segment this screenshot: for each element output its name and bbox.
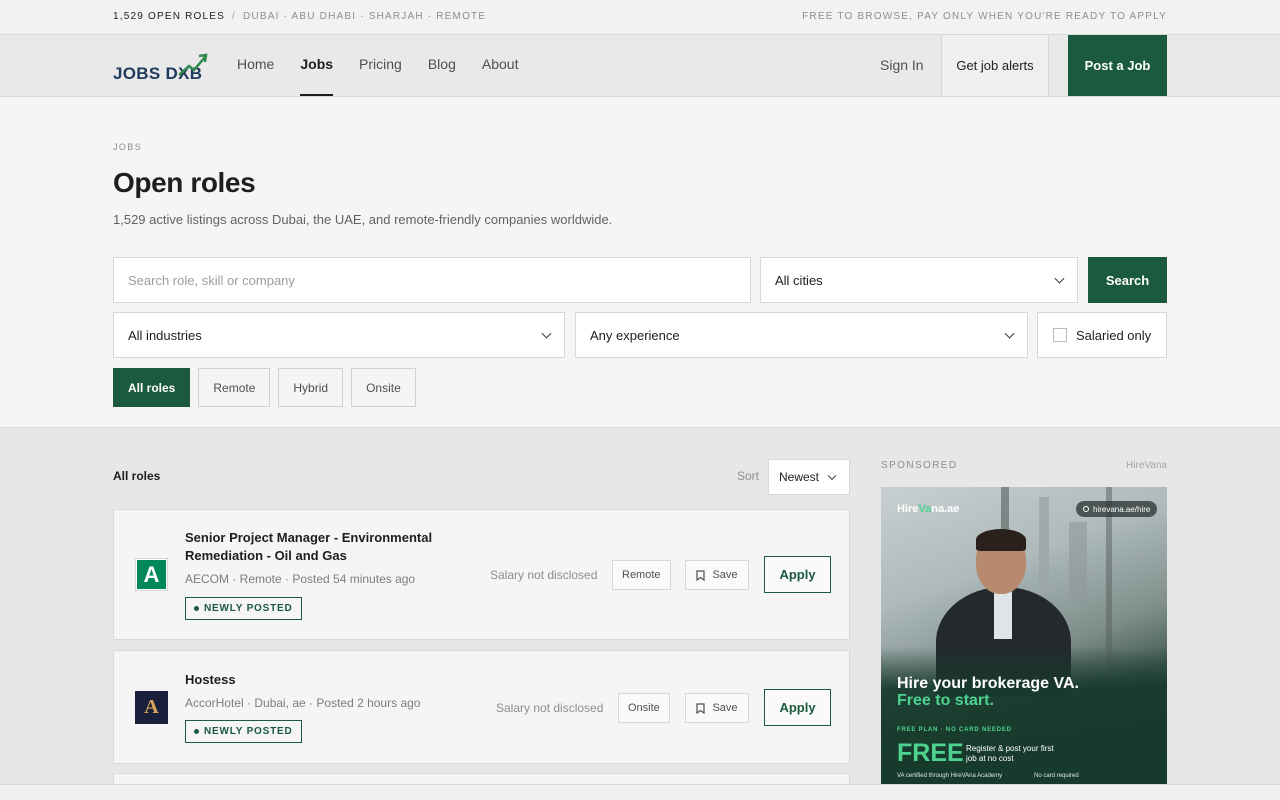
ad-brand-part: na.ae [931, 503, 960, 515]
job-meta: AECOM · Remote · Posted 54 minutes ago [185, 572, 416, 586]
salary-text: Salary not disclosed [490, 568, 598, 582]
chevron-down-icon [827, 471, 837, 481]
job-alerts-button[interactable]: Get job alerts [941, 35, 1049, 96]
industry-select[interactable]: All industries [113, 312, 565, 358]
sort-select[interactable]: Newest [768, 459, 850, 495]
main-nav: JOBS DXB Home Jobs Pricing Blog About Si… [0, 35, 1280, 97]
badge-label: NEWLY POSTED [204, 603, 293, 614]
salary-text: Salary not disclosed [496, 701, 604, 715]
page-eyebrow: JOBS [113, 142, 143, 152]
ad-register-text: Register & post your first job at no cos… [966, 744, 1054, 763]
search-input[interactable]: Search role, skill or company [113, 257, 751, 303]
job-card[interactable]: A Hostess AccorHotel · Dubai, ae · Poste… [113, 650, 850, 764]
globe-icon [1083, 506, 1089, 512]
apply-button[interactable]: Apply [764, 689, 831, 726]
announcement-left: 1,529 OPEN ROLES / DUBAI · ABU DHABI · SHA… [113, 11, 486, 22]
chevron-down-icon [1054, 273, 1065, 284]
announcement-tagline: FREE TO BROWSE, PAY ONLY WHEN YOU'RE REA… [802, 11, 1167, 22]
chip-onsite[interactable]: Onsite [351, 368, 416, 407]
experience-select-value: Any experience [590, 327, 680, 343]
chip-remote[interactable]: Remote [198, 368, 271, 407]
job-card[interactable]: A Senior Project Manager - Environmental… [113, 509, 850, 640]
sort-label: Sort [737, 469, 760, 483]
job-meta: AccorHotel · Dubai, ae · Posted 2 hours … [185, 696, 421, 710]
ad-footnote: No card required [1034, 773, 1079, 779]
logo-arrow-icon [178, 53, 208, 76]
dot-icon [194, 729, 199, 734]
salaried-only-toggle[interactable]: Salaried only [1037, 312, 1167, 358]
newly-posted-badge: NEWLY POSTED [185, 597, 302, 620]
nav-link-home[interactable]: Home [237, 35, 274, 96]
sponsor-name: HireVana [1126, 460, 1167, 471]
ad-headline-accent: Free to start. [897, 692, 994, 709]
work-mode-tag: Remote [612, 560, 671, 590]
skyline-building [1039, 497, 1049, 587]
sort-select-value: Newest [779, 470, 820, 484]
company-logo-mark: A [144, 696, 159, 718]
nav-link-pricing[interactable]: Pricing [359, 35, 402, 96]
work-mode-tag: Onsite [618, 693, 670, 723]
salaried-only-label: Salaried only [1076, 327, 1152, 343]
work-mode-chips: All roles Remote Hybrid Onsite [113, 368, 424, 407]
chip-all-roles[interactable]: All roles [113, 368, 191, 407]
chip-hybrid[interactable]: Hybrid [278, 368, 344, 407]
ad-headline: Hire your brokerage VA. [897, 675, 1079, 692]
job-title[interactable]: Senior Project Manager - Environmental R… [185, 529, 455, 565]
ad-brand-part: Va [918, 503, 932, 515]
sponsored-label: SPONSORED [881, 460, 958, 471]
dot-icon [194, 606, 199, 611]
experience-select[interactable]: Any experience [575, 312, 1028, 358]
open-roles-count: 1,529 OPEN ROLES [113, 11, 226, 22]
separator: / [232, 11, 237, 22]
person-shirt [994, 589, 1012, 639]
sponsored-ad[interactable]: HireVana.ae hirevana.ae/hire Hire your b… [881, 487, 1167, 784]
person-hair [976, 529, 1026, 551]
checkbox-icon[interactable] [1053, 328, 1067, 342]
ad-free: FREE [897, 739, 964, 767]
nav-link-jobs[interactable]: Jobs [300, 35, 333, 96]
badge-label: NEWLY POSTED [204, 726, 293, 737]
skyline-building [1069, 522, 1087, 602]
industry-select-value: All industries [128, 327, 202, 343]
save-button[interactable]: Save [685, 693, 749, 723]
ad-plan: FREE PLAN · NO CARD NEEDED [897, 727, 1012, 733]
job-title[interactable]: Hostess [185, 671, 455, 689]
save-label: Save [712, 569, 738, 581]
apply-button[interactable]: Apply [764, 556, 831, 593]
list-heading: All roles [113, 469, 161, 483]
city-list: DUBAI · ABU DHABI · SHARJAH · REMOTE [243, 11, 487, 22]
company-logo: A [135, 558, 168, 591]
ad-footnote: VA certified through HireVAna Academy [897, 773, 1003, 779]
post-job-button[interactable]: Post a Job [1068, 35, 1167, 96]
nav-links: Home Jobs Pricing Blog About [237, 35, 544, 96]
announcement-bar: 1,529 OPEN ROLES / DUBAI · ABU DHABI · SHA… [0, 0, 1280, 35]
page-title: Open roles [113, 167, 256, 198]
city-select-value: All cities [775, 272, 823, 288]
save-label: Save [712, 702, 738, 714]
ad-brand-part: Hire [897, 503, 919, 515]
sign-in-link[interactable]: Sign In [880, 57, 924, 73]
newly-posted-badge: NEWLY POSTED [185, 720, 302, 743]
save-button[interactable]: Save [685, 560, 749, 590]
bottom-strip [0, 784, 1280, 800]
company-logo: A [135, 691, 168, 724]
bookmark-icon [696, 569, 706, 581]
city-select[interactable]: All cities [760, 257, 1078, 303]
company-logo-mark: A [137, 560, 166, 589]
search-button[interactable]: Search [1088, 257, 1167, 303]
site-logo[interactable]: JOBS DXB [113, 51, 213, 83]
chevron-down-icon [541, 328, 552, 339]
ad-url: hirevana.ae/hire [1093, 504, 1151, 514]
ad-url-pill: hirevana.ae/hire [1076, 501, 1158, 517]
hero-section: JOBS Open roles 1,529 active listings ac… [0, 97, 1280, 428]
nav-link-blog[interactable]: Blog [428, 35, 456, 96]
chevron-down-icon [1004, 328, 1015, 339]
ad-brand: HireVana.ae [897, 503, 959, 515]
page-subtitle: 1,529 active listings across Dubai, the … [113, 212, 613, 227]
bookmark-icon [696, 702, 706, 714]
nav-link-about[interactable]: About [482, 35, 519, 96]
